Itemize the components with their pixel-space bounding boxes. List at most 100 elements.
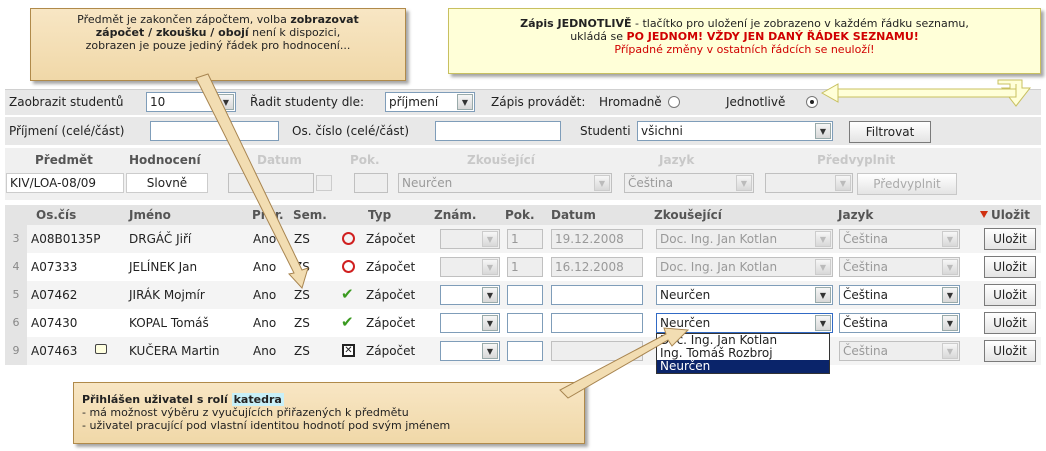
attempt-input[interactable]: 1 bbox=[507, 257, 543, 277]
student-name: KOPAL Tomáš bbox=[129, 316, 209, 330]
students-select[interactable]: všichni ▼ bbox=[637, 121, 833, 141]
examiner-select[interactable]: Doc. Ing. Jan Kotlan ▼ bbox=[656, 229, 833, 249]
subject-language-value: Čeština bbox=[628, 176, 674, 190]
subject-examiner-select[interactable]: Neurčen ▼ bbox=[398, 173, 612, 193]
attempt-input[interactable] bbox=[507, 341, 543, 361]
examiner-select-open[interactable]: Neurčen ▼ bbox=[656, 313, 833, 333]
language-select[interactable]: Čeština ▼ bbox=[839, 313, 960, 333]
save-button[interactable]: Uložit bbox=[984, 312, 1036, 334]
language-select[interactable]: Čeština ▼ bbox=[839, 341, 960, 361]
col-header-examiner: Zkoušející bbox=[654, 208, 722, 222]
chevron-down-icon: ▼ bbox=[594, 175, 610, 191]
grade-select[interactable]: ▼ bbox=[440, 313, 500, 333]
student-sem: ZS bbox=[294, 344, 310, 358]
grade-select[interactable]: ▼ bbox=[440, 257, 500, 277]
subject-prefill-select[interactable]: ▼ bbox=[765, 173, 853, 193]
student-prer: Ano bbox=[253, 232, 277, 246]
subject-header-date: Datum bbox=[257, 153, 302, 167]
col-header-save: Uložit bbox=[991, 208, 1030, 222]
student-id: A08B0135P bbox=[31, 232, 101, 246]
language-value: Čeština bbox=[843, 344, 889, 358]
date-input[interactable]: 16.12.2008 bbox=[551, 257, 643, 277]
note-text: ukládá se bbox=[570, 30, 627, 43]
row-number: 5 bbox=[5, 281, 27, 309]
date-input[interactable]: 19.12.2008 bbox=[551, 229, 643, 249]
save-button[interactable]: Uložit bbox=[984, 284, 1036, 306]
mode-single-radio[interactable] bbox=[806, 96, 818, 108]
mode-bulk-label: Hromadně bbox=[599, 95, 662, 109]
date-input[interactable] bbox=[551, 341, 643, 361]
language-select[interactable]: Čeština ▼ bbox=[839, 257, 960, 277]
language-value: Čeština bbox=[843, 288, 889, 302]
chevron-down-icon: ▼ bbox=[218, 94, 234, 110]
note-warning: PO JEDNOM! VŽDY JEN DANÝ ŘÁDEK SEZNAMU! bbox=[626, 30, 919, 43]
students-label: Studenti bbox=[580, 124, 631, 138]
chevron-down-icon: ▼ bbox=[482, 259, 498, 275]
sort-select[interactable]: příjmení ▼ bbox=[385, 92, 475, 112]
student-id: A07462 bbox=[31, 288, 78, 302]
student-name: KUČERA Martin bbox=[129, 344, 220, 358]
attempt-input[interactable]: 1 bbox=[507, 229, 543, 249]
note-text-bold: zobrazovat bbox=[290, 13, 359, 26]
date-value: 16.12.2008 bbox=[555, 260, 624, 274]
student-prer: Ano bbox=[253, 316, 277, 330]
mode-bulk-radio[interactable] bbox=[668, 96, 680, 108]
comment-icon[interactable] bbox=[95, 344, 107, 354]
col-header-type: Typ bbox=[368, 208, 392, 222]
grade-select[interactable]: ▼ bbox=[440, 285, 500, 305]
date-input[interactable] bbox=[551, 313, 643, 333]
chevron-down-icon: ▼ bbox=[942, 343, 958, 359]
evaluation-type: Zápočet bbox=[366, 316, 416, 330]
show-students-label: Zaobrazit studentů bbox=[9, 95, 124, 109]
subject-attempt-input[interactable] bbox=[354, 173, 388, 193]
attempt-value: 1 bbox=[511, 232, 519, 246]
chevron-down-icon: ▼ bbox=[815, 123, 831, 139]
calendar-icon[interactable] bbox=[316, 175, 332, 191]
surname-input[interactable] bbox=[150, 121, 279, 141]
attempt-input[interactable] bbox=[507, 285, 543, 305]
subject-code: KIV/LOA-08/09 bbox=[6, 173, 124, 193]
student-id: A07430 bbox=[31, 316, 78, 330]
language-select[interactable]: Čeština ▼ bbox=[839, 285, 960, 305]
student-prer: Ano bbox=[253, 260, 277, 274]
save-button[interactable]: Uložit bbox=[984, 256, 1036, 278]
save-button[interactable]: Uložit bbox=[984, 228, 1036, 250]
student-sem: ZS bbox=[294, 260, 310, 274]
examiner-select[interactable]: Neurčen ▼ bbox=[656, 285, 833, 305]
evaluation-type: Zápočet bbox=[366, 260, 416, 274]
subject-header-prefill: Předvyplnit bbox=[817, 153, 896, 167]
chevron-down-icon: ▼ bbox=[942, 231, 958, 247]
student-name: JIRÁK Mojmír bbox=[129, 288, 205, 302]
date-input[interactable] bbox=[551, 285, 643, 305]
sort-value: příjmení bbox=[389, 95, 439, 109]
sort-down-icon bbox=[980, 211, 988, 218]
dropdown-option-selected[interactable]: Neurčen bbox=[657, 360, 829, 373]
attempt-input[interactable] bbox=[507, 313, 543, 333]
save-button[interactable]: Uložit bbox=[984, 340, 1036, 362]
language-value: Čeština bbox=[843, 316, 889, 330]
note-text: Předmět je zakončen zápočtem, volba bbox=[77, 13, 291, 26]
grade-select[interactable]: ▼ bbox=[440, 229, 500, 249]
col-header-grade: Znám. bbox=[434, 208, 477, 222]
prefill-button[interactable]: Předvyplnit bbox=[857, 173, 957, 195]
student-name: DRGÁČ Jiří bbox=[129, 232, 192, 246]
student-sem: ZS bbox=[294, 316, 310, 330]
chevron-down-icon: ▼ bbox=[942, 287, 958, 303]
subject-header-subject: Předmět bbox=[35, 153, 93, 167]
mode-single-label: Jednotlivě bbox=[726, 95, 786, 109]
show-students-value: 10 bbox=[150, 95, 166, 109]
filter-button[interactable]: Filtrovat bbox=[849, 121, 931, 143]
language-value: Čeština bbox=[843, 232, 889, 246]
col-header-name: Jméno bbox=[129, 208, 171, 222]
examiner-select[interactable]: Doc. Ing. Jan Kotlan ▼ bbox=[656, 257, 833, 277]
pers-number-input[interactable] bbox=[435, 121, 561, 141]
chevron-down-icon: ▼ bbox=[815, 287, 831, 303]
chevron-down-icon: ▼ bbox=[942, 315, 958, 331]
language-select[interactable]: Čeština ▼ bbox=[839, 229, 960, 249]
grade-select[interactable]: ▼ bbox=[440, 341, 500, 361]
note-text-bold: Zápis JEDNOTLIVĚ bbox=[520, 17, 632, 30]
subject-language-select[interactable]: Čeština ▼ bbox=[624, 173, 754, 193]
show-students-select[interactable]: 10 ▼ bbox=[146, 92, 236, 112]
subject-date-input[interactable] bbox=[228, 173, 314, 193]
subject-code-value: KIV/LOA-08/09 bbox=[10, 176, 97, 190]
